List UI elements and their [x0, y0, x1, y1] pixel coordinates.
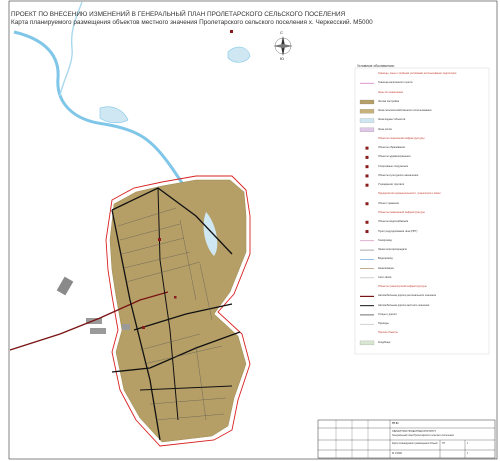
legend-item-text: Автомобильная дорога регионального значе… [378, 294, 437, 298]
legend-item-text: Спортивные сооружения [378, 164, 408, 168]
residential-zone [109, 179, 247, 443]
legend-item-text: Границы, зоны с особыми условиями исполь… [378, 72, 457, 75]
legend-item-text: Зоны по назначению [378, 90, 404, 94]
legend-item-text: Водопровод [378, 257, 393, 261]
stamp-code: ГП-01 [392, 422, 399, 425]
legend-symbol [365, 165, 369, 169]
compass-north-label: С [280, 30, 283, 35]
map-sheet: ПРОЕКТ ПО ВНЕСЕНИЮ ИЗМЕНЕНИЙ В ГЕНЕРАЛЬН… [0, 0, 500, 461]
stamp-project: Генеральный план Пролетарского сельского… [392, 434, 454, 437]
legend-item-text: Кладбище [378, 340, 391, 344]
legend-symbols [359, 82, 375, 346]
legend-symbol [359, 99, 375, 105]
legend-symbol [365, 220, 369, 224]
legend-symbol [359, 340, 375, 346]
legend-symbol [359, 127, 375, 132]
legend-item-text: Объект хранения [378, 201, 399, 205]
legend-item-text: Объекты транспортной инфраструктуры [378, 285, 427, 289]
stamp [317, 419, 496, 459]
legend-item-text: Зона водных объектов [378, 118, 406, 122]
pond [99, 106, 129, 124]
legend-item-text: Прочие объекты [378, 331, 398, 335]
stamp-org: ОБЛАСТНОЙ ПРОЕКТНЫЙ ИНСТИТУТ [392, 430, 437, 433]
stamp-stage: ГП [442, 442, 446, 445]
title-line-2: Карта планируемого размещения объектов м… [11, 19, 373, 26]
compass [273, 36, 293, 56]
legend-item-text: Объекты здравоохранения [378, 155, 411, 159]
stamp-sheets: 1 [467, 452, 469, 455]
legend-title: Условные обозначения: [357, 64, 395, 68]
pond-3 [227, 46, 251, 63]
legend-item-text: Линия электропередачи [378, 248, 407, 252]
legend-item-text: Пункт редуцирования газа (ПРГ) [378, 229, 418, 233]
legend-item-text: Жилая застройка [378, 99, 400, 103]
legend-item-text: Зона лесов [378, 127, 392, 131]
legend-item-text: Объекты культурного назначения [378, 173, 419, 177]
legend-symbol [365, 155, 369, 159]
building-4 [122, 324, 130, 330]
legend-symbol [365, 146, 369, 150]
legend-item-text: Автомобильная дорога местного значения [378, 303, 430, 307]
legend-item-text: Граница населенного пункта [378, 81, 413, 85]
stamp-scale: М 1:5000 [392, 452, 402, 455]
legend-item-text: Газопровод [378, 238, 392, 242]
legend-symbol [365, 174, 369, 178]
legend-item-text: Объекты образования [378, 146, 405, 150]
legend-symbol [365, 183, 369, 187]
legend-item-text: Объекты инженерной инфраструктуры [378, 211, 425, 214]
legend-item-text: Учреждения торговли [378, 183, 405, 187]
legend-item-text: Канализация [378, 266, 394, 270]
legend-item-text: Предприятия промышленности, транспорта и… [378, 192, 441, 196]
building-3 [90, 328, 106, 334]
building [56, 276, 74, 296]
legend-symbol [359, 109, 375, 114]
compass-south-label: Ю [280, 56, 285, 61]
legend-item-text: Объекты водоснабжения [378, 220, 409, 224]
legend-item-text: Зона сельскохозяйственного использования [378, 109, 432, 113]
legend-item-text: Проезды [378, 322, 389, 326]
legend-symbol [365, 202, 369, 206]
stamp-sheet-title: Карта планируемого размещения объектов м… [392, 442, 438, 445]
legend-symbol [365, 230, 369, 234]
legend-item-text: Улицы и дороги [378, 312, 397, 316]
legend-item-text: Объекты социальной инфраструктуры [378, 136, 425, 140]
legend-symbol [359, 118, 375, 123]
title-line-1: ПРОЕКТ ПО ВНЕСЕНИЮ ИЗМЕНЕНИЙ В ГЕНЕРАЛЬН… [11, 11, 346, 18]
stamp-sheet: 1 [467, 442, 469, 445]
legend-item-text: Сети связи [378, 275, 392, 279]
